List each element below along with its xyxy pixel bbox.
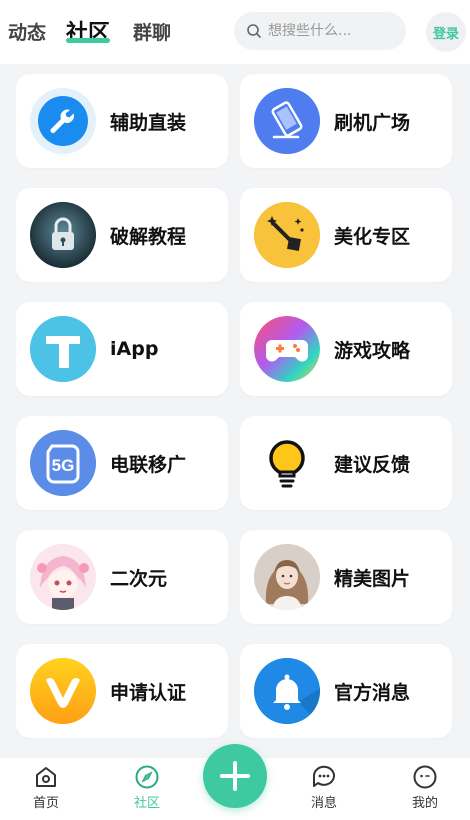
active-tab-indicator (66, 38, 110, 43)
verified-v-icon (30, 658, 96, 724)
card-label: 二次元 (110, 567, 168, 590)
app-root: 动态 社区 群聊 登录 辅助直装 (0, 0, 470, 820)
bell-icon (254, 658, 320, 724)
card-crack-tutorial[interactable]: 破解教程 (16, 188, 228, 282)
card-flash-square[interactable]: 刷机广场 (240, 74, 452, 168)
nav-home[interactable]: 首页 (16, 764, 76, 811)
nav-messages[interactable]: 消息 (294, 764, 354, 811)
card-label: 刷机广场 (334, 111, 411, 134)
5g-icon: 5G (30, 430, 96, 496)
card-label: 官方消息 (334, 681, 411, 704)
portrait-photo-icon (254, 544, 320, 610)
anime-avatar-icon (30, 544, 96, 610)
profile-face-icon (413, 765, 437, 789)
home-icon (36, 767, 56, 787)
tab-dynamic[interactable]: 动态 (8, 18, 46, 45)
create-post-button[interactable] (203, 744, 267, 808)
iapp-logo-icon (30, 316, 96, 382)
wrench-icon (30, 88, 96, 154)
search-box[interactable] (234, 12, 406, 50)
compass-icon (135, 765, 159, 789)
tab-group-chat[interactable]: 群聊 (133, 18, 171, 45)
chat-icon (312, 765, 335, 787)
card-label: 建议反馈 (334, 453, 411, 476)
card-beautify-zone[interactable]: 美化专区 (240, 188, 452, 282)
top-header: 动态 社区 群聊 登录 (0, 0, 470, 64)
phone-flash-icon (254, 88, 320, 154)
padlock-icon (30, 202, 96, 268)
lightbulb-icon (254, 430, 320, 496)
card-game-guide[interactable]: 游戏攻略 (240, 302, 452, 396)
card-pictures[interactable]: 精美图片 (240, 530, 452, 624)
gamepad-icon (254, 316, 320, 382)
login-button[interactable]: 登录 (426, 12, 466, 52)
nav-label: 首页 (32, 796, 59, 811)
card-assist-install[interactable]: 辅助直装 (16, 74, 228, 168)
nav-community[interactable]: 社区 (117, 764, 177, 811)
card-label: 精美图片 (334, 567, 411, 590)
card-label: 辅助直装 (110, 111, 187, 134)
card-label: 电联移广 (110, 453, 187, 476)
community-grid: 辅助直装 刷机广场 破解教程 美化专区 iApp 游戏攻略 5G 电联移广 建议… (0, 64, 470, 758)
card-label: iApp (110, 338, 159, 360)
card-apply-verify[interactable]: 申请认证 (16, 644, 228, 738)
svg-text:5G: 5G (52, 456, 75, 475)
search-input[interactable] (268, 23, 398, 39)
nav-profile[interactable]: 我的 (395, 764, 455, 811)
nav-label: 我的 (411, 796, 438, 811)
card-telecom[interactable]: 5G 电联移广 (16, 416, 228, 510)
card-label: 申请认证 (110, 681, 187, 704)
search-icon (247, 24, 261, 38)
card-label: 游戏攻略 (334, 339, 411, 362)
card-label: 破解教程 (110, 225, 187, 248)
card-iapp[interactable]: iApp (16, 302, 228, 396)
magic-wand-icon (254, 202, 320, 268)
card-feedback[interactable]: 建议反馈 (240, 416, 452, 510)
nav-label: 消息 (310, 796, 337, 811)
nav-label: 社区 (133, 796, 160, 811)
card-official-news[interactable]: 官方消息 (240, 644, 452, 738)
card-anime[interactable]: 二次元 (16, 530, 228, 624)
card-label: 美化专区 (334, 225, 411, 248)
plus-icon (220, 761, 250, 791)
